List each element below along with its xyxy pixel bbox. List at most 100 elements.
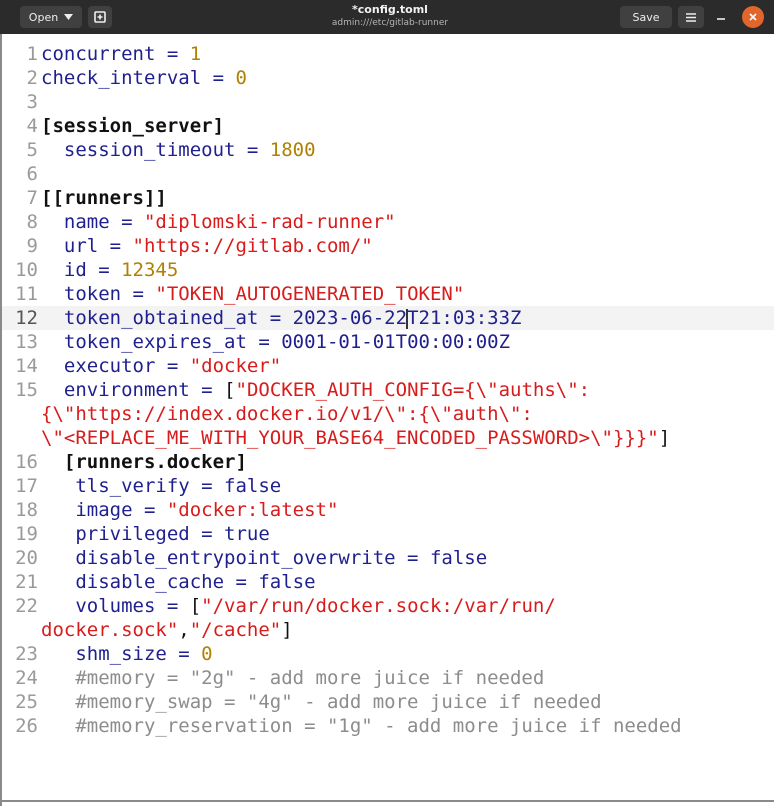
code-line: 11 token = "TOKEN_AUTOGENERATED_TOKEN" xyxy=(0,282,774,306)
number-value: 1 xyxy=(189,43,202,65)
line-number: 14 xyxy=(15,355,38,377)
new-document-button[interactable] xyxy=(88,6,112,28)
equals-operator: = xyxy=(258,307,293,329)
chevron-down-icon xyxy=(64,14,74,20)
minimize-icon xyxy=(717,18,725,20)
main-menu-button[interactable] xyxy=(678,6,704,28)
line-number: 22 xyxy=(15,595,38,617)
line-number: 17 xyxy=(15,475,38,497)
equals-operator: = xyxy=(155,43,190,65)
line-number: 24 xyxy=(15,667,38,689)
line-number: 8 xyxy=(26,211,38,233)
code-line: 19 privileged = true xyxy=(0,522,774,546)
equals-operator: = xyxy=(235,139,270,161)
close-button[interactable] xyxy=(742,6,764,28)
string-value: "TOKEN_AUTOGENERATED_TOKEN" xyxy=(155,283,465,305)
toml-key: disable_cache xyxy=(41,571,225,593)
toml-key: token xyxy=(41,283,122,305)
code-line: 26 #memory_reservation = "1g" - add more… xyxy=(0,714,774,738)
datetime-value: 0001-01-01T00:00:00Z xyxy=(281,331,511,353)
equals-operator: = xyxy=(246,331,282,353)
string-value: "https://gitlab.com/" xyxy=(132,235,373,257)
text-editor-area[interactable]: 1 concurrent = 1 2 check_interval = 0 3 4[… xyxy=(0,34,774,806)
string-value: "diplomski-rad-runner" xyxy=(143,211,396,233)
string-value: "docker" xyxy=(189,355,282,377)
line-number: 18 xyxy=(15,499,38,521)
close-icon xyxy=(749,13,757,21)
new-document-icon xyxy=(94,11,106,23)
code-line: 23 shm_size = 0 xyxy=(0,642,774,666)
line-number: 15 xyxy=(15,379,38,401)
minimize-button[interactable] xyxy=(710,6,732,28)
string-value: "docker:latest" xyxy=(166,499,339,521)
wrapped-line: docker.sock","/cache"] xyxy=(0,618,774,642)
code-line: 6 xyxy=(0,162,774,186)
code-line: 13 token_expires_at = 0001-01-01T00:00:0… xyxy=(0,330,774,354)
equals-operator: = xyxy=(121,283,156,305)
array-separator: , xyxy=(178,619,190,641)
wrapped-line: {\"https://index.docker.io/v1/\":{\"auth… xyxy=(0,402,774,426)
code-line: 7 [[runners]] xyxy=(0,186,774,210)
line-number: 16 xyxy=(15,451,38,473)
line-number: 20 xyxy=(15,547,38,569)
toml-key: check_interval xyxy=(41,67,202,89)
line-number: 5 xyxy=(26,139,38,161)
code-line: 16 [runners.docker] xyxy=(0,450,774,474)
string-value: "DOCKER_AUTH_CONFIG={\"auths\": xyxy=(235,379,591,401)
code-line: 15 environment = ["DOCKER_AUTH_CONFIG={\… xyxy=(0,378,774,402)
line-number: 25 xyxy=(15,691,38,713)
save-button[interactable]: Save xyxy=(620,6,672,28)
section-header: [[runners]] xyxy=(41,187,167,209)
line-number: 26 xyxy=(15,715,38,737)
toml-key: tls_verify xyxy=(41,475,190,497)
datetime-value-part: T21:03:33Z xyxy=(407,307,522,329)
code-line: 25 #memory_swap = "4g" - add more juice … xyxy=(0,690,774,714)
code-line: 20 disable_entrypoint_overwrite = false xyxy=(0,546,774,570)
array-open-bracket: [ xyxy=(224,379,236,401)
open-button-label: Open xyxy=(28,10,59,24)
comment-text: #memory = "2g" - add more juice if neede… xyxy=(41,667,545,689)
line-number: 19 xyxy=(15,523,38,545)
code-line: 5 session_timeout = 1800 xyxy=(0,138,774,162)
toml-key: token_obtained_at xyxy=(41,307,259,329)
line-number: 10 xyxy=(15,259,38,281)
toml-key: executor xyxy=(41,355,156,377)
number-value: 0 xyxy=(201,643,213,665)
toml-key: token_expires_at xyxy=(41,331,247,353)
number-value: 0 xyxy=(235,67,247,89)
code-line: 2 check_interval = 0 xyxy=(0,66,774,90)
equals-operator: = xyxy=(98,235,133,257)
line-number: 6 xyxy=(26,163,38,185)
string-value: docker.sock" xyxy=(41,619,179,641)
line-number: 2 xyxy=(26,67,38,89)
toml-key: id xyxy=(41,259,87,281)
string-value: "/cache" xyxy=(189,619,282,641)
header-bar: Open *config.toml admin:///etc/gitlab-ru… xyxy=(0,0,774,34)
boolean-value: true xyxy=(224,523,270,545)
equals-operator: = xyxy=(86,259,122,281)
number-value: 1800 xyxy=(269,139,316,161)
comment-text: #memory_reservation = "1g" - add more ju… xyxy=(41,715,682,737)
toml-key: disable_entrypoint_overwrite xyxy=(41,547,396,569)
code-line: 24 #memory = "2g" - add more juice if ne… xyxy=(0,666,774,690)
title-area: *config.toml admin:///etc/gitlab-runner xyxy=(250,3,530,30)
toml-key: shm_size xyxy=(41,643,167,665)
wrapped-line: \"<REPLACE_ME_WITH_YOUR_BASE64_ENCODED_P… xyxy=(0,426,774,450)
open-button[interactable]: Open xyxy=(20,6,82,28)
text-editor-window: Open *config.toml admin:///etc/gitlab-ru… xyxy=(0,0,774,806)
line-number: 9 xyxy=(26,235,38,257)
toml-key: environment xyxy=(41,379,190,401)
toml-key: name xyxy=(41,211,110,233)
equals-operator: = xyxy=(132,499,167,521)
equals-operator: = xyxy=(189,523,225,545)
line-number: 7 xyxy=(26,187,38,209)
boolean-value: false xyxy=(258,571,316,593)
equals-operator: = xyxy=(395,547,430,569)
hamburger-menu-icon xyxy=(686,12,696,22)
array-close-bracket: ] xyxy=(658,427,671,449)
line-number: 11 xyxy=(15,283,38,305)
section-header: [session_server] xyxy=(41,115,225,137)
equals-operator: = xyxy=(155,595,190,617)
string-value: {\"https://index.docker.io/v1/\":{\"auth… xyxy=(41,403,533,425)
window-border-left xyxy=(0,34,2,806)
